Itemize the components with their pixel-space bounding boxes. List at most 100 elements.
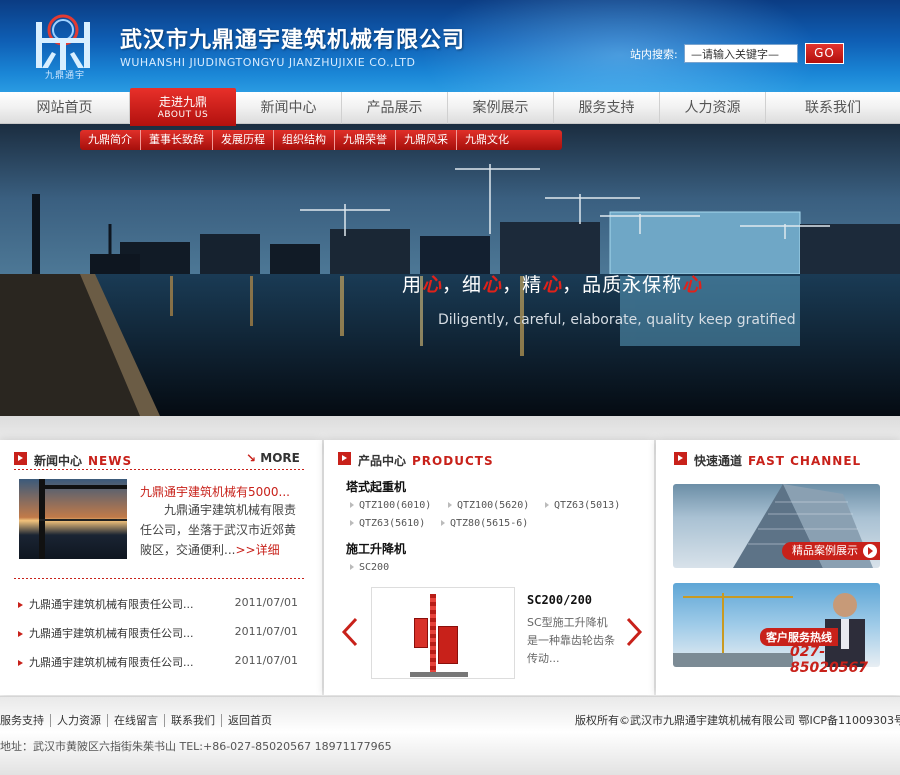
nav-item-service[interactable]: 服务支持 — [554, 92, 660, 124]
fast-title-en: FAST CHANNEL — [748, 454, 862, 468]
news-title-icon — [14, 452, 27, 465]
fast-title-icon — [674, 452, 687, 465]
product-link[interactable]: QTZ80(5615-6) — [441, 518, 528, 529]
slogan-part-red: 心 — [482, 274, 503, 296]
arrow-circle-icon — [863, 544, 877, 558]
footer-link-contact[interactable]: 联系我们 — [165, 714, 222, 727]
fast-title: 快速通道 FAST CHANNEL — [694, 452, 861, 469]
featured-cases-banner[interactable]: 精品案例展示 — [673, 484, 880, 568]
carousel-prev-button[interactable] — [341, 617, 359, 647]
news-more-label: MORE — [260, 451, 300, 465]
header: 九鼎通宇 武汉市九鼎通宇建筑机械有限公司 WUHANSHI JIUDINGTON… — [0, 0, 900, 92]
service-hotline-number[interactable]: 027-85020567 — [790, 644, 900, 676]
slogan-part: ，精 — [502, 274, 543, 296]
footer-links: 服务支持 人力资源 在线留言 联系我们 返回首页 — [0, 712, 278, 728]
footer-link-home[interactable]: 返回首页 — [222, 714, 278, 727]
footer-link-service[interactable]: 服务支持 — [0, 714, 51, 727]
nav-item-about[interactable]: 走进九鼎 ABOUT US — [130, 88, 236, 126]
product-link-label: QTZ80(5615-6) — [450, 518, 529, 529]
nav-item-products[interactable]: 产品展示 — [342, 92, 448, 124]
product-link-label: QTZ100(5620) — [457, 500, 530, 511]
news-item-date: 2011/07/01 — [234, 596, 298, 609]
chevron-left-icon — [341, 617, 358, 647]
featured-cases-tag: 精品案例展示 — [782, 542, 880, 560]
subnav-structure[interactable]: 组织结构 — [274, 130, 335, 150]
product-link[interactable]: QTZ100(6010) — [350, 500, 431, 511]
category-construction-lift[interactable]: 施工升降机 — [346, 540, 406, 557]
news-item-date: 2011/07/01 — [234, 625, 298, 638]
bullet-arrow-icon — [350, 502, 354, 508]
bullet-arrow-icon — [18, 631, 23, 637]
more-arrow-icon: ↘ — [246, 451, 257, 465]
chevron-right-icon — [626, 617, 643, 647]
lift-cage-secondary — [414, 618, 428, 648]
subnav-history[interactable]: 发展历程 — [213, 130, 274, 150]
pier-rail-lower — [39, 519, 127, 521]
news-list-item[interactable]: 九鼎通宇建筑机械有限责任公司... 2011/07/01 — [18, 625, 308, 641]
bullet-arrow-icon — [545, 502, 549, 508]
product-link-label: QTZ63(5013) — [554, 500, 621, 511]
slogan-part-red: 心 — [682, 274, 703, 296]
nav-item-news[interactable]: 新闻中心 — [236, 92, 342, 124]
product-link[interactable]: QTZ63(5610) — [350, 518, 425, 529]
bullet-arrow-icon — [350, 564, 354, 570]
search-go-button[interactable]: GO — [805, 43, 844, 64]
product-link[interactable]: SC200 — [350, 562, 389, 573]
category-tower-crane[interactable]: 塔式起重机 — [346, 478, 406, 495]
nav-item-contact[interactable]: 联系我们 — [766, 92, 900, 124]
bullet-arrow-icon — [18, 602, 23, 608]
slogan-part: ，细 — [442, 274, 483, 296]
news-detail-link[interactable]: >>详细 — [235, 543, 279, 557]
logo-text: 九鼎通宇 — [44, 71, 85, 81]
products-title-icon — [338, 452, 351, 465]
products-title-en: PRODUCTS — [412, 454, 494, 468]
nav-item-hr[interactable]: 人力资源 — [660, 92, 766, 124]
news-title-divider — [14, 469, 304, 470]
product-link[interactable]: QTZ63(5013) — [545, 500, 620, 511]
subnav-style[interactable]: 九鼎风采 — [396, 130, 457, 150]
bullet-arrow-icon — [350, 520, 354, 526]
slogan-part-red: 心 — [542, 274, 563, 296]
footer-link-message[interactable]: 在线留言 — [108, 714, 165, 727]
subnav-chairman[interactable]: 董事长致辞 — [141, 130, 213, 150]
news-item-title: 九鼎通宇建筑机械有限责任公司... — [29, 598, 194, 611]
nav-item-home[interactable]: 网站首页 — [0, 92, 130, 124]
news-title-en: NEWS — [88, 454, 133, 468]
subnav-intro[interactable]: 九鼎简介 — [80, 130, 141, 150]
news-list-divider — [14, 578, 304, 579]
news-title-cn: 新闻中心 — [34, 454, 83, 468]
news-title: 新闻中心 NEWS — [34, 452, 132, 469]
product-link-label: SC200 — [359, 562, 390, 573]
search-input[interactable] — [684, 44, 798, 63]
nav-about-label-en: ABOUT US — [157, 110, 209, 120]
news-list-item[interactable]: 九鼎通宇建筑机械有限责任公司... 2011/07/01 — [18, 596, 308, 612]
subnav-culture[interactable]: 九鼎文化 — [457, 130, 517, 150]
featured-product-name[interactable]: SC200/200 — [527, 593, 592, 607]
nav-about-label: 走进九鼎 — [158, 95, 207, 109]
news-summary: 九鼎通宇建筑机械有限责任公司，坐落于武汉市近郊黄陂区，交通便利...>>详细 — [140, 500, 298, 560]
footer-link-hr[interactable]: 人力资源 — [51, 714, 108, 727]
lift-cage — [438, 626, 458, 664]
news-thumbnail-image[interactable] — [19, 479, 127, 559]
product-link[interactable]: QTZ100(5620) — [448, 500, 529, 511]
nav-item-cases[interactable]: 案例展示 — [448, 92, 554, 124]
banner-slogan-cn: 用心，细心，精心，品质永保称心 — [402, 270, 702, 297]
product-image-sc200[interactable] — [371, 587, 515, 679]
slogan-part: 用 — [402, 274, 423, 296]
lift-base — [410, 672, 468, 677]
news-item-title: 九鼎通宇建筑机械有限责任公司... — [29, 627, 194, 640]
news-headline[interactable]: 九鼎通宇建筑机械有5000... — [140, 483, 290, 500]
news-list-item[interactable]: 九鼎通宇建筑机械有限责任公司... 2011/07/01 — [18, 654, 308, 670]
product-link-label: QTZ63(5610) — [359, 518, 426, 529]
bullet-arrow-icon — [18, 660, 23, 666]
products-title-cn: 产品中心 — [358, 454, 407, 468]
carousel-next-button[interactable] — [625, 617, 643, 647]
fast-title-cn: 快速通道 — [694, 454, 743, 468]
footer — [0, 696, 900, 775]
pier-rail — [39, 485, 127, 489]
bullet-arrow-icon — [441, 520, 445, 526]
subnav-honors[interactable]: 九鼎荣誉 — [335, 130, 396, 150]
news-more-link[interactable]: ↘ MORE — [246, 451, 300, 465]
slogan-part: ，品质永保称 — [562, 274, 683, 296]
banner-slogan-en: Diligently, careful, elaborate, quality … — [438, 312, 796, 328]
